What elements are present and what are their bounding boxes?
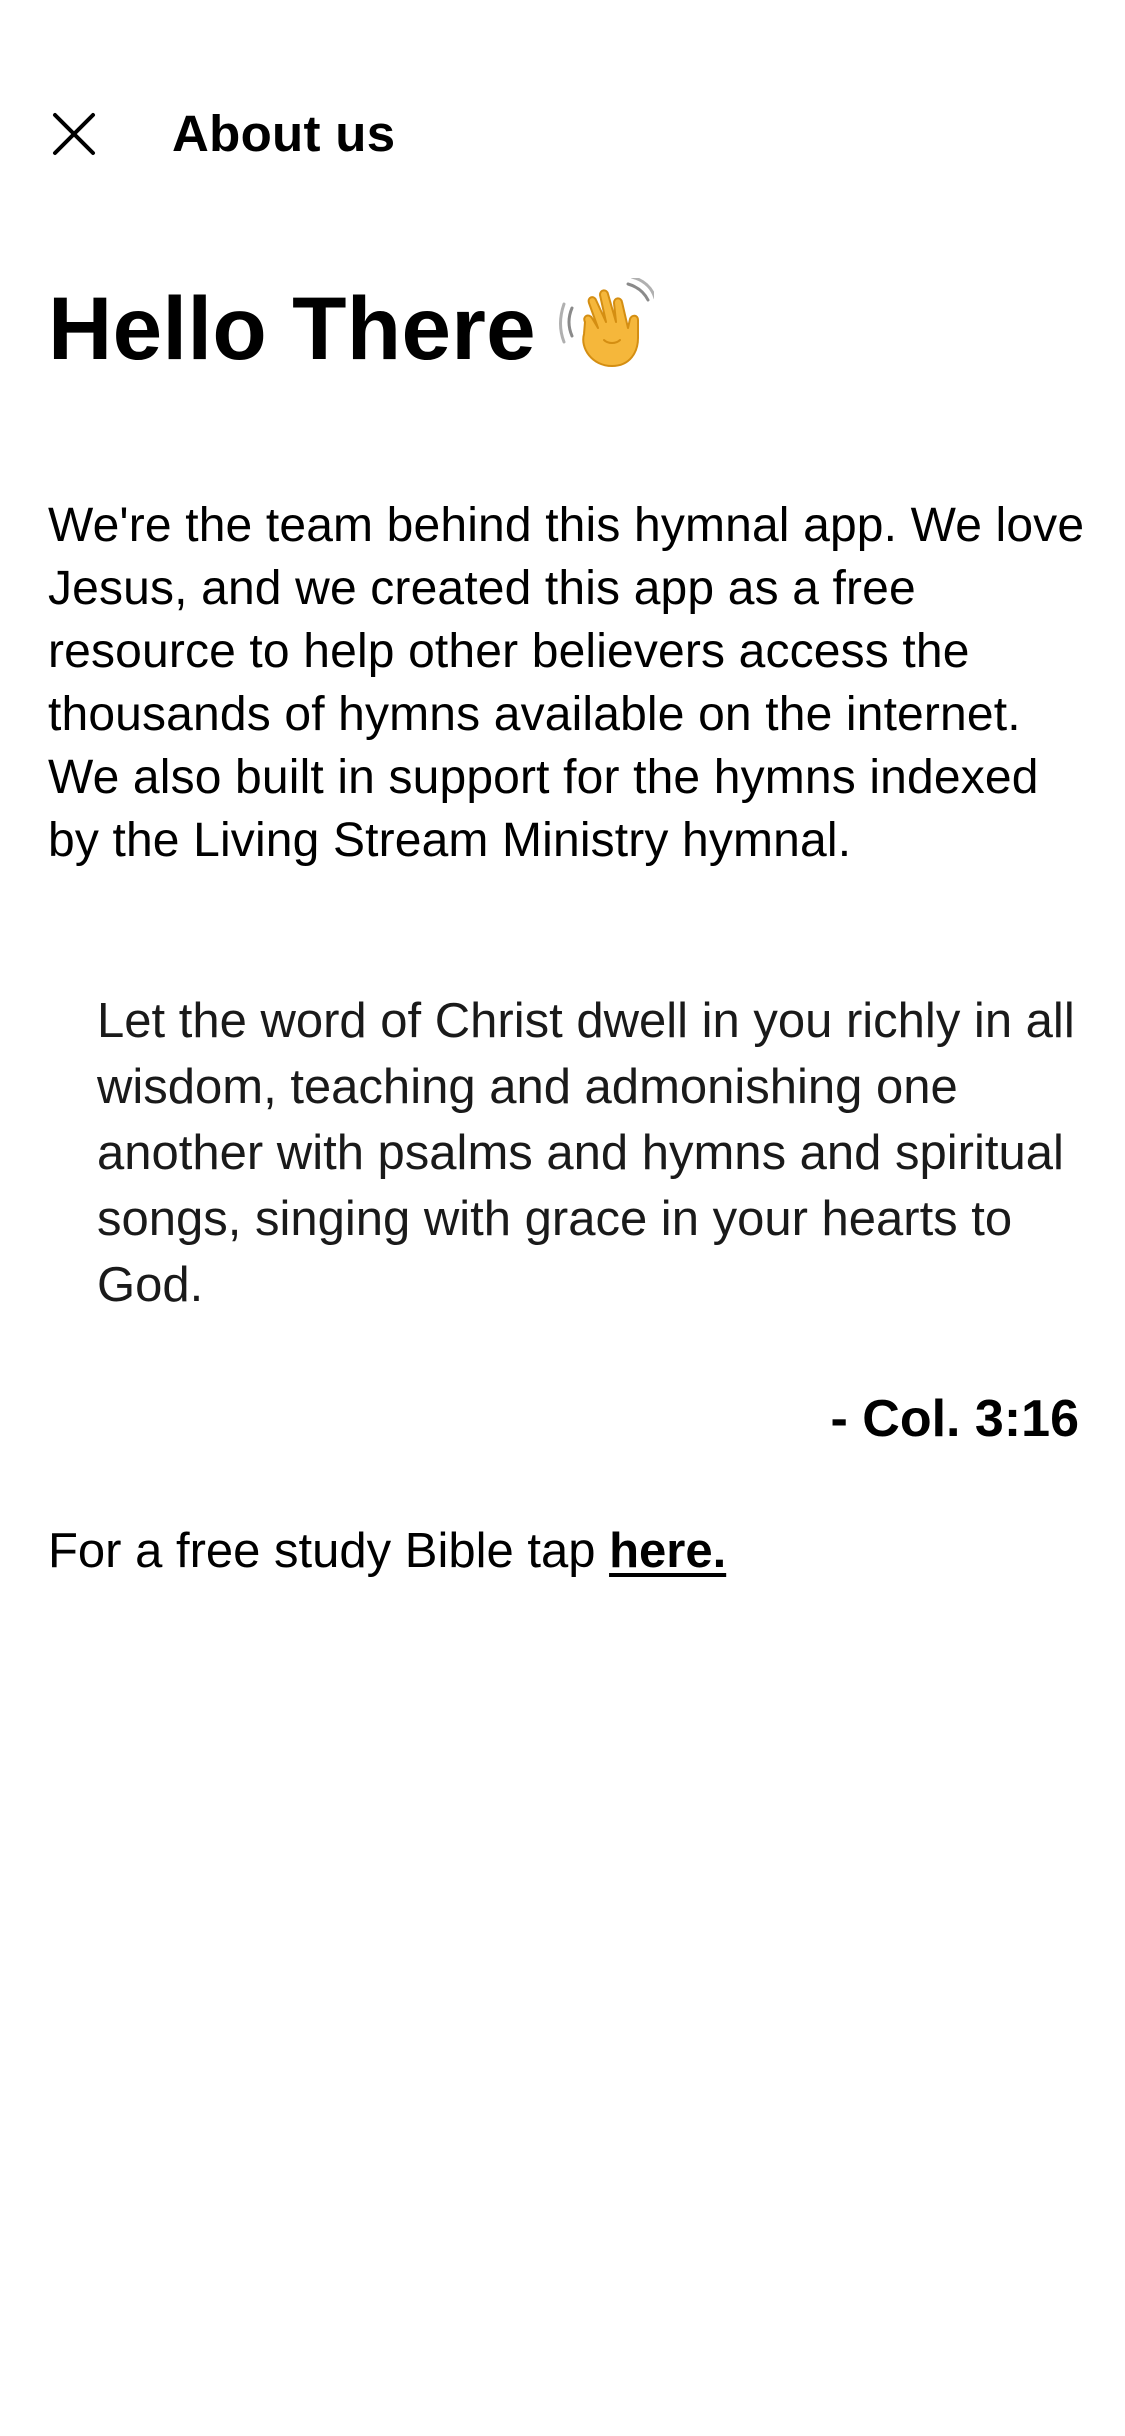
study-bible-text: For a free study Bible tap [48,1524,610,1578]
close-icon [50,110,98,158]
greeting-heading: Hello There [48,278,536,378]
study-bible-line: For a free study Bible tap here. [48,1519,726,1583]
about-us-screen: About us Hello There We're the team behi… [0,0,1125,2436]
close-button[interactable] [32,92,116,176]
quote-reference: - Col. 3:16 [830,1390,1080,1448]
scripture-quote: Let the word of Christ dwell in you rich… [97,994,1075,1312]
page-title: About us [172,105,396,162]
study-bible-link[interactable]: here. [609,1524,726,1578]
waving-hand-icon [558,278,654,374]
intro-paragraph: We're the team behind this hymnal app. W… [48,499,1085,867]
header: About us [0,60,1125,190]
greeting-heading-row: Hello There [48,272,654,384]
